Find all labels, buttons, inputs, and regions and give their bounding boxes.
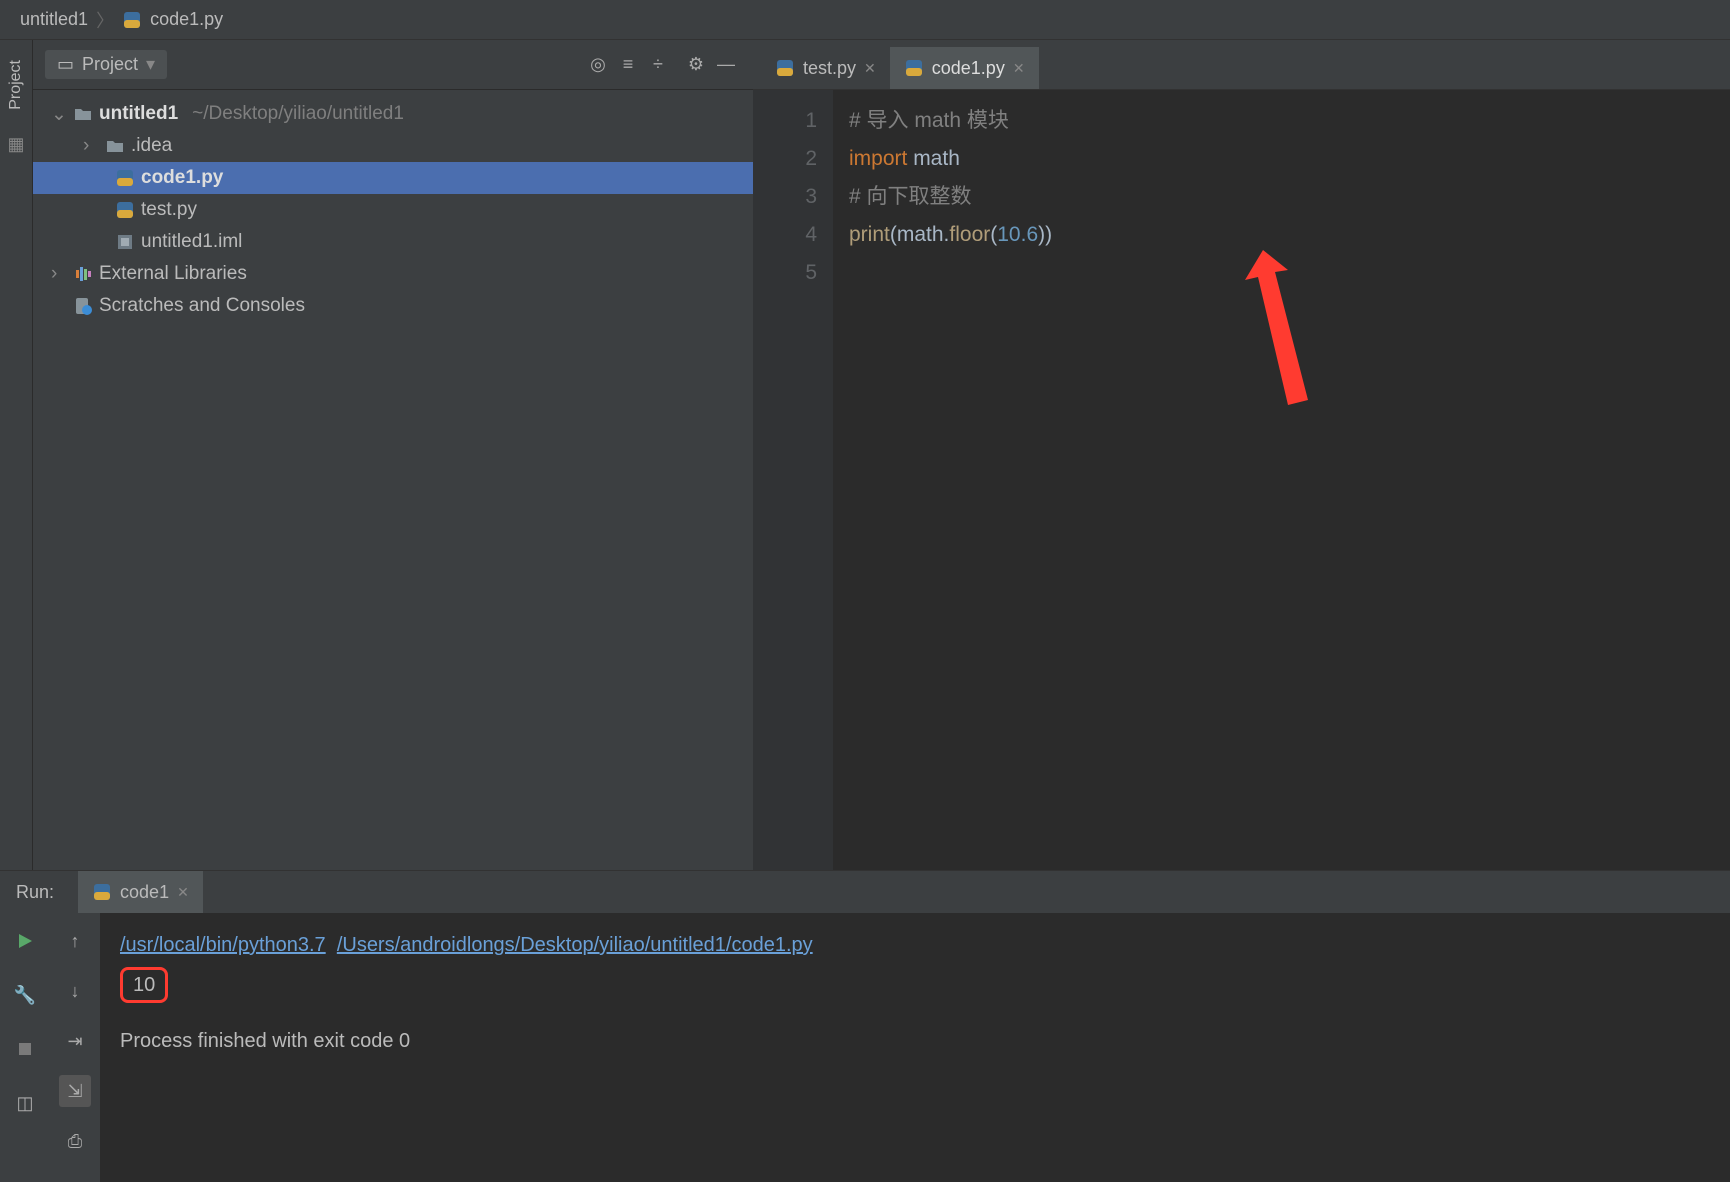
line-number: 4 <box>753 216 817 254</box>
chevron-right-icon[interactable]: › <box>83 135 99 157</box>
stop-button[interactable] <box>9 1033 41 1065</box>
console-output[interactable]: /usr/local/bin/python3.7 /Users/androidl… <box>100 913 1730 1182</box>
locate-icon[interactable]: ◎ <box>583 50 613 80</box>
editor-tab-bar: test.py ✕ code1.py ✕ <box>753 40 1730 90</box>
project-panel: ▭ Project ▾ ◎ ≡ ÷ ⚙ — ⌄ untitled1 ~/Desk… <box>33 40 753 870</box>
code-keyword: import <box>849 147 907 170</box>
run-button[interactable] <box>9 925 41 957</box>
code-comment: # 导入 math 模块 <box>849 109 1009 132</box>
code-ident: math <box>897 223 944 246</box>
interpreter-path-link[interactable]: /usr/local/bin/python3.7 <box>120 934 326 956</box>
editor-area: test.py ✕ code1.py ✕ 1 2 3 4 5 # 导入 math… <box>753 40 1730 870</box>
tree-item-label: .idea <box>131 135 172 157</box>
chevron-down-icon: ▾ <box>146 54 155 75</box>
line-number: 2 <box>753 140 817 178</box>
code-ident: math <box>907 147 960 170</box>
tree-item-code1[interactable]: code1.py <box>33 162 753 194</box>
code-paren: ( <box>890 223 897 246</box>
tool-window-strip: Project ▦ <box>0 40 33 870</box>
console-exit-message: Process finished with exit code 0 <box>120 1023 1710 1059</box>
folder-icon <box>105 138 125 154</box>
code-paren: )) <box>1038 223 1052 246</box>
python-file-icon <box>122 10 142 30</box>
tree-item-label: External Libraries <box>99 263 247 285</box>
gear-icon[interactable]: ⚙ <box>681 50 711 80</box>
print-icon[interactable]: ⎙ <box>59 1125 91 1157</box>
collapse-all-icon[interactable]: ÷ <box>643 50 673 80</box>
code-comment: # 向下取整数 <box>849 185 972 208</box>
scroll-to-end-icon[interactable]: ⇲ <box>59 1075 91 1107</box>
run-label: Run: <box>16 882 54 903</box>
project-view-selector[interactable]: ▭ Project ▾ <box>45 50 167 79</box>
layout-button[interactable]: ◫ <box>9 1087 41 1119</box>
code-editor[interactable]: 1 2 3 4 5 # 导入 math 模块 import math # 向下取… <box>753 90 1730 870</box>
python-file-icon <box>115 168 135 188</box>
tree-root-label: untitled1 <box>99 103 178 125</box>
run-tool-window: Run: code1 ✕ 🔧 ◫ ↑ ↓ ⇥ ⇲ ⎙ /usr/local/bi… <box>0 870 1730 1182</box>
line-number: 1 <box>753 102 817 140</box>
tree-scratches[interactable]: Scratches and Consoles <box>33 290 753 322</box>
tab-label: code1.py <box>932 58 1005 79</box>
hide-panel-icon[interactable]: — <box>711 50 741 80</box>
run-toolbar-inner: ↑ ↓ ⇥ ⇲ ⎙ <box>50 913 100 1182</box>
python-file-icon <box>92 882 112 902</box>
run-header: Run: code1 ✕ <box>0 871 1730 913</box>
run-tab-code1[interactable]: code1 ✕ <box>78 871 203 913</box>
breadcrumb-file[interactable]: code1.py <box>150 9 223 30</box>
project-panel-header: ▭ Project ▾ ◎ ≡ ÷ ⚙ — <box>33 40 753 90</box>
tree-item-label: Scratches and Consoles <box>99 295 305 317</box>
close-tab-icon[interactable]: ✕ <box>1013 60 1025 77</box>
line-number: 5 <box>753 254 817 292</box>
tab-label: test.py <box>803 58 856 79</box>
debug-button[interactable]: 🔧 <box>9 979 41 1011</box>
code-number: 10.6 <box>997 223 1038 246</box>
structure-tool-icon[interactable]: ▦ <box>7 134 24 155</box>
run-tab-label: code1 <box>120 882 169 903</box>
editor-tab-code1[interactable]: code1.py ✕ <box>890 47 1039 89</box>
tree-item-label: code1.py <box>141 167 223 189</box>
line-number-gutter: 1 2 3 4 5 <box>753 90 833 870</box>
project-tree[interactable]: ⌄ untitled1 ~/Desktop/yiliao/untitled1 ›… <box>33 90 753 870</box>
tree-item-label: untitled1.iml <box>141 231 242 253</box>
iml-file-icon <box>115 233 135 251</box>
close-tab-icon[interactable]: ✕ <box>864 60 876 77</box>
chevron-right-icon[interactable]: › <box>51 263 67 285</box>
code-func: floor <box>949 223 990 246</box>
scratches-icon <box>73 296 93 316</box>
soft-wrap-icon[interactable]: ⇥ <box>59 1025 91 1057</box>
scroll-up-icon[interactable]: ↑ <box>59 925 91 957</box>
close-tab-icon[interactable]: ✕ <box>177 884 189 901</box>
tree-root-path: ~/Desktop/yiliao/untitled1 <box>192 103 404 125</box>
tree-item-iml[interactable]: untitled1.iml <box>33 226 753 258</box>
python-file-icon <box>115 200 135 220</box>
code-content[interactable]: # 导入 math 模块 import math # 向下取整数 print(m… <box>833 90 1730 870</box>
tree-item-idea[interactable]: › .idea <box>33 130 753 162</box>
tree-item-label: test.py <box>141 199 197 221</box>
script-path-link[interactable]: /Users/androidlongs/Desktop/yiliao/untit… <box>337 934 813 956</box>
python-file-icon <box>775 58 795 78</box>
breadcrumb-project[interactable]: untitled1 <box>20 9 88 30</box>
project-panel-title: Project <box>82 54 138 75</box>
breadcrumb: untitled1 〉 code1.py <box>0 0 1730 40</box>
tree-external-libraries[interactable]: › External Libraries <box>33 258 753 290</box>
console-command-line: /usr/local/bin/python3.7 /Users/androidl… <box>120 927 1710 963</box>
line-number: 3 <box>753 178 817 216</box>
project-window-icon: ▭ <box>57 54 74 75</box>
chevron-down-icon[interactable]: ⌄ <box>51 103 67 126</box>
project-tool-tab[interactable]: Project <box>7 60 25 110</box>
editor-tab-test[interactable]: test.py ✕ <box>761 47 890 89</box>
expand-all-icon[interactable]: ≡ <box>613 50 643 80</box>
scroll-down-icon[interactable]: ↓ <box>59 975 91 1007</box>
tree-item-test[interactable]: test.py <box>33 194 753 226</box>
run-toolbar-left: 🔧 ◫ <box>0 913 50 1182</box>
tree-root[interactable]: ⌄ untitled1 ~/Desktop/yiliao/untitled1 <box>33 98 753 130</box>
project-folder-icon <box>73 106 93 122</box>
breadcrumb-separator: 〉 <box>96 7 114 33</box>
console-output-value: 10 <box>120 967 168 1003</box>
python-file-icon <box>904 58 924 78</box>
libraries-icon <box>73 266 93 282</box>
code-func: print <box>849 223 890 246</box>
